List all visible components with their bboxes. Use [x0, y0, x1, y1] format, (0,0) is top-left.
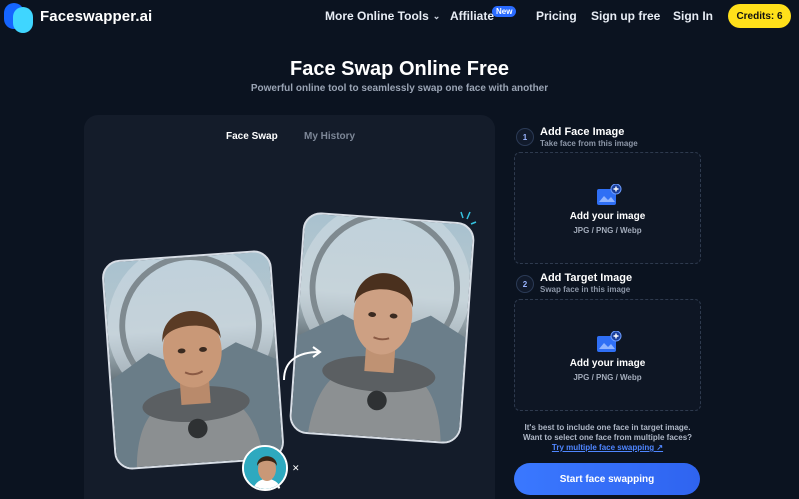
face-image-dropzone[interactable]: Add your image JPG / PNG / Webp: [514, 152, 701, 264]
source-example-image: [100, 249, 286, 471]
step-2-number: 2: [516, 275, 534, 293]
multiple-face-swap-link[interactable]: Try multiple face swapping ↗: [552, 443, 663, 452]
preview-panel: Face Swap My History ✕ ●: [84, 115, 495, 499]
decorative-lines-icon: [460, 211, 477, 225]
step-1-title: Add Face Image: [540, 126, 625, 138]
add-image-icon: [597, 184, 622, 205]
nav-more-online-tools-label: More Online Tools: [325, 9, 429, 23]
face-avatar-thumbnail: [242, 445, 288, 491]
new-badge: New: [492, 6, 517, 17]
target-dropzone-formats: JPG / PNG / Webp: [573, 373, 642, 382]
hint-line-2: Want to select one face from multiple fa…: [522, 433, 693, 442]
face-dropzone-label: Add your image: [569, 211, 646, 222]
nav-sign-in[interactable]: Sign In: [673, 9, 713, 23]
add-image-icon: [597, 331, 622, 352]
page-subtitle: Powerful online tool to seamlessly swap …: [250, 83, 549, 94]
step-1-number: 1: [516, 128, 534, 146]
result-example-image: [288, 211, 476, 445]
swap-arrow-icon: [283, 346, 322, 381]
page-title: Face Swap Online Free: [290, 58, 509, 80]
start-face-swapping-button[interactable]: Start face swapping: [514, 463, 700, 495]
target-dropzone-label: Add your image: [569, 358, 646, 369]
nav-pricing[interactable]: Pricing: [536, 9, 577, 23]
nav-affiliate[interactable]: Affiliate: [450, 9, 494, 23]
nav-more-online-tools[interactable]: More Online Tools ⌄: [325, 9, 440, 23]
credits-button[interactable]: Credits: 6: [728, 4, 791, 28]
sparkle-icon: ●: [277, 485, 281, 491]
hint-link-row: Try multiple face swapping ↗: [505, 443, 710, 452]
tab-face-swap[interactable]: Face Swap: [226, 131, 278, 142]
step-2-title: Add Target Image: [540, 272, 633, 284]
nav-sign-up-free[interactable]: Sign up free: [591, 9, 660, 23]
brand-name[interactable]: Faceswapper.ai: [40, 8, 152, 25]
step-1-subtitle: Take face from this image: [540, 139, 638, 148]
tab-my-history[interactable]: My History: [304, 131, 355, 142]
faceswapper-logo-icon[interactable]: [4, 3, 36, 33]
hint-line-1: It's best to include one face in target …: [524, 423, 691, 432]
sparkle-icon: ✕: [292, 463, 300, 473]
face-dropzone-formats: JPG / PNG / Webp: [573, 226, 642, 235]
top-nav-bar: Faceswapper.ai More Online Tools ⌄ Affil…: [0, 0, 799, 33]
chevron-down-icon: ⌄: [432, 10, 441, 21]
step-2-subtitle: Swap face in this image: [540, 285, 631, 294]
target-image-dropzone[interactable]: Add your image JPG / PNG / Webp: [514, 299, 701, 411]
